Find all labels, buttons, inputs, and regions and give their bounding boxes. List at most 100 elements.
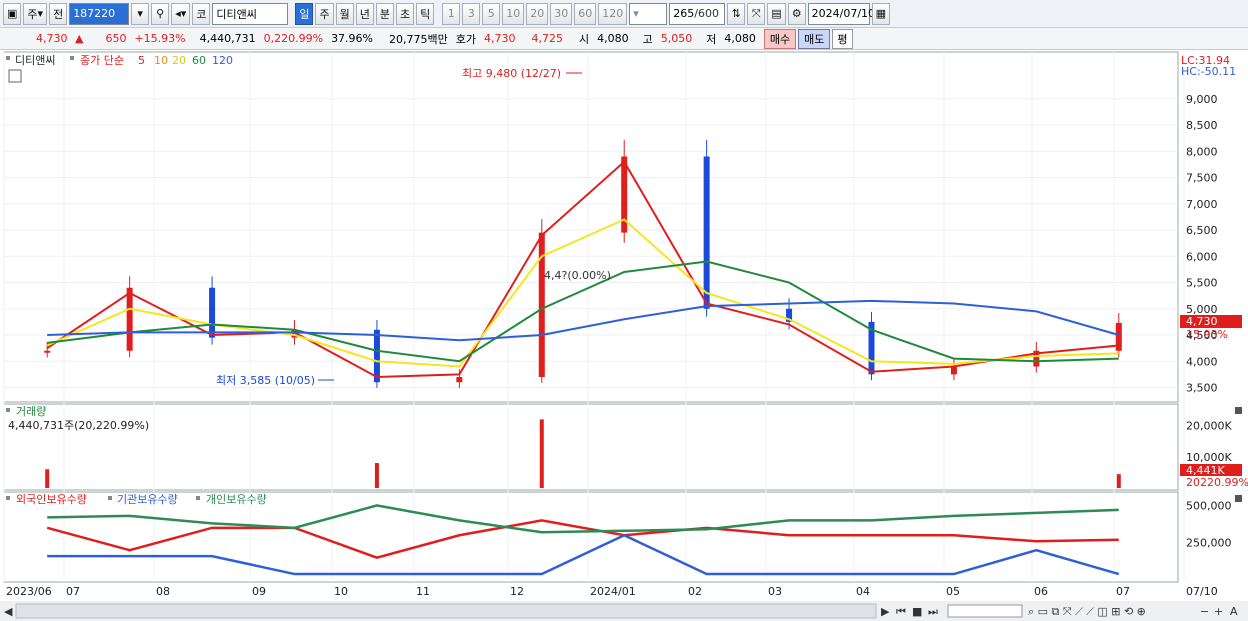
y-tick-label: 7,000 (1186, 198, 1218, 211)
y-tick-label: 3,500 (1186, 382, 1218, 395)
tool-icon[interactable]: ⤧ (747, 2, 766, 25)
legend-square (6, 56, 10, 60)
stock-name-field[interactable]: 디티앤씨 (212, 2, 289, 25)
x-axis: 2023/06 07 08 09 10 11 12 2024/01 02 03 04 05 06 07 07… (6, 585, 1218, 598)
volume-bar (539, 419, 544, 488)
calendar-icon[interactable]: ▦ (871, 2, 891, 25)
high-price: 5,050 (660, 32, 693, 45)
high-annotation: 최고 9,480 (12/27) (462, 67, 561, 80)
volume-y-tick-label: 20,000K (1186, 420, 1232, 433)
scroll-right-icon[interactable]: ▶ (881, 605, 890, 618)
candle-body (44, 350, 51, 353)
current-price: 4,730 ▲ (36, 32, 84, 45)
hc-label: HC:-50.11 (1181, 65, 1236, 78)
search-icon[interactable]: ⚲ (151, 2, 170, 25)
code-dropdown-icon[interactable]: ▾ (131, 2, 150, 25)
holding-y-tick-label: 500,000 (1186, 499, 1232, 512)
minute-60-button[interactable]: 60 (574, 2, 597, 25)
stop-icon[interactable]: ■ (912, 605, 922, 618)
minute-5-button[interactable]: 5 (482, 2, 501, 25)
minute-1-button[interactable]: 1 (442, 2, 461, 25)
volume-bar (374, 463, 379, 488)
mid-annotation: 4,4?(0.00%) (544, 269, 611, 282)
x-tick-label: 07 (66, 585, 80, 598)
period-second-tab[interactable]: 초 (395, 2, 415, 25)
eval-button[interactable]: 평 (832, 28, 853, 49)
main-toolbar: ▣ 주 ▾ 전 187220 ▾ ⚲ ◂▾ 코 디티앤씨 일 주 월 년 분 초 … (0, 0, 1248, 28)
legend-ma20: 20 (172, 54, 186, 67)
y-tick-label: 6,000 (1186, 250, 1218, 263)
x-tick-label: 05 (946, 585, 960, 598)
legend-institution: 기관보유수량 (117, 493, 178, 506)
low-price: 4,080 (724, 32, 756, 45)
stock-chart[interactable]: 9,000 8,500 8,000 7,500 7,000 6,500 6,000 5,500… (0, 51, 1248, 621)
period-year-tab[interactable]: 년 (355, 2, 374, 25)
period-day-tab[interactable]: 일 (295, 2, 314, 25)
low-label: 저 (706, 32, 717, 46)
stock-code-input[interactable]: 187220 (69, 2, 130, 25)
buy-button[interactable]: 매수 (763, 28, 797, 49)
x-tick-label: 08 (156, 585, 170, 598)
x-tick-label: 09 (252, 585, 266, 598)
zoom-out-icon[interactable]: − (1200, 605, 1209, 618)
period-week-tab[interactable]: 주 (315, 2, 334, 25)
market-label[interactable]: 코 (192, 2, 211, 25)
prev-button[interactable]: 전 (49, 2, 68, 25)
x-tick-label: 07 (1116, 585, 1130, 598)
font-size-icon[interactable]: A (1230, 605, 1238, 618)
legend-ma-title: 종가 단순 (80, 54, 124, 67)
price-change-pct: +15.93% (134, 32, 186, 45)
bid-price: 4,725 (531, 32, 564, 45)
minute-custom-input[interactable]: ▾ (629, 2, 668, 25)
volume-panel (3, 403, 1179, 491)
y-tick-label: 5,000 (1186, 303, 1218, 316)
period-minute-tab[interactable]: 분 (375, 2, 394, 25)
y-tick-label: 9,000 (1186, 93, 1218, 106)
candle-body (703, 156, 710, 309)
x-tick-label: 04 (856, 585, 870, 598)
scroll-left-icon[interactable]: ◀ (4, 605, 13, 618)
legend-individual: 개인보유수량 (206, 493, 267, 506)
x-tick-label: 2024/01 (590, 585, 636, 598)
gear-icon[interactable]: ⚙ (787, 2, 806, 25)
chart-settings-icon[interactable]: ⇅ (727, 2, 746, 25)
zoom-slider[interactable] (947, 604, 1023, 618)
volume-value: 4,440,731 (199, 32, 256, 45)
legend-square (196, 496, 200, 500)
date-input[interactable]: 2024/07/10 (807, 2, 875, 25)
open-price: 4,080 (597, 32, 629, 45)
zoom-in-icon[interactable]: + (1214, 605, 1223, 618)
minute-3-button[interactable]: 3 (462, 2, 481, 25)
high-label: 고 (642, 32, 653, 46)
period-month-tab[interactable]: 월 (335, 2, 354, 25)
current-price-pct: 15.93% (1186, 328, 1228, 341)
window-icon[interactable]: ▣ (3, 2, 22, 25)
scroll-track[interactable] (15, 603, 877, 619)
holding-panel-close-icon[interactable] (1235, 495, 1242, 502)
legend-square (6, 408, 10, 412)
jump-start-icon[interactable]: ⏮ (896, 605, 906, 618)
minute-30-button[interactable]: 30 (550, 2, 573, 25)
chart-type-select[interactable]: 주 ▾ (23, 2, 48, 25)
volume-panel-close-icon[interactable] (1235, 407, 1242, 414)
period-tick-tab[interactable]: 틱 (416, 2, 435, 25)
legend-foreign: 외국인보유수량 (16, 493, 87, 506)
x-tick-label: 02 (688, 585, 702, 598)
table-icon[interactable] (8, 69, 22, 83)
x-tick-label: 06 (1034, 585, 1048, 598)
count-input[interactable]: 265/600 (669, 2, 726, 25)
candle-body (126, 287, 133, 351)
minute-10-button[interactable]: 10 (502, 2, 525, 25)
zoom-tools-icon[interactable]: ⌕ ▭ ⧉ ⤧ ⟋ ⟋ ◫ ⊞ ⟲ ⊕ (1028, 605, 1146, 618)
jump-end-icon[interactable]: ⏭ (928, 605, 938, 618)
minute-120-button[interactable]: 120 (598, 2, 628, 25)
low-annotation: 최저 3,585 (10/05) (216, 374, 315, 387)
legend-square (108, 496, 112, 500)
speaker-icon[interactable]: ◂▾ (171, 2, 191, 25)
sell-button[interactable]: 매도 (798, 28, 831, 49)
quote-bar: 4,730 ▲ 650 +15.93% 4,440,731 0,220.99% … (0, 28, 1248, 50)
y-tick-label: 4,000 (1186, 355, 1218, 368)
save-icon[interactable]: ▤ (767, 2, 786, 25)
minute-20-button[interactable]: 20 (526, 2, 549, 25)
candle-body (373, 329, 380, 383)
